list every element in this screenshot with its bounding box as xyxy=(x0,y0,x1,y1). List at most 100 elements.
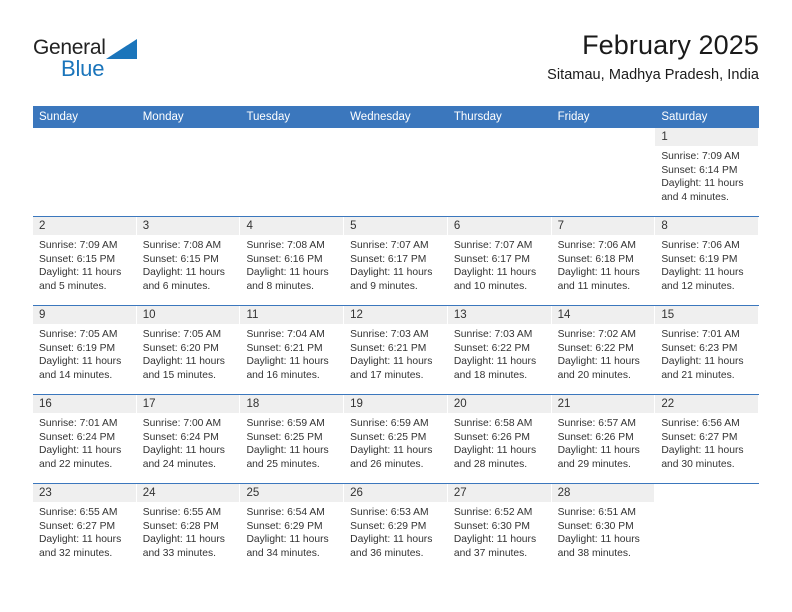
calendar-day-cell-empty xyxy=(344,128,448,216)
sunrise-text: Sunrise: 7:08 AM xyxy=(142,240,222,251)
sunset-text: Sunset: 6:22 PM xyxy=(453,342,531,354)
day-sun-info: Sunrise: 7:06 AM Sunset: 6:19 PM Daylight:… xyxy=(655,235,758,293)
day-number: 8 xyxy=(661,220,668,232)
day-sun-info: Sunrise: 6:54 AM Sunset: 6:29 PM Daylight:… xyxy=(240,502,343,560)
daylight-text: Daylight: 11 hours and 16 minutes. xyxy=(246,356,329,381)
calendar-day-cell[interactable]: 12 Sunrise: 7:03 AM Sunset: 6:21 PM Dayligh… xyxy=(344,306,448,394)
sunset-text: Sunset: 6:17 PM xyxy=(350,253,427,265)
weekday-header-row: Sunday Monday Tuesday Wednesday Thursday Frid… xyxy=(33,106,759,128)
calendar-day-cell[interactable]: 23 Sunrise: 6:55 AM Sunset: 6:27 PM Dayligh… xyxy=(33,484,137,572)
sunrise-text: Sunrise: 7:01 AM xyxy=(39,418,118,429)
daylight-text: Daylight: 11 hours and 5 minutes. xyxy=(39,267,122,292)
daylight-text: Daylight: 11 hours and 36 minutes. xyxy=(350,534,433,559)
day-number-band: 4 xyxy=(240,217,344,235)
day-number: 3 xyxy=(142,220,150,232)
sunrise-text: Sunrise: 6:53 AM xyxy=(350,507,429,518)
day-number-band: 28 xyxy=(551,484,655,502)
calendar-day-cell[interactable]: 20 Sunrise: 6:58 AM Sunset: 6:26 PM Dayligh… xyxy=(447,395,552,483)
day-sun-info: Sunrise: 7:05 AM Sunset: 6:19 PM Daylight:… xyxy=(33,324,136,382)
calendar-day-cell[interactable]: 19 Sunrise: 6:59 AM Sunset: 6:25 PM Dayligh… xyxy=(344,395,448,483)
daylight-text: Daylight: 11 hours and 10 minutes. xyxy=(453,267,537,292)
day-sun-info: Sunrise: 6:59 AM Sunset: 6:25 PM Daylight:… xyxy=(344,413,447,471)
sunrise-text: Sunrise: 7:01 AM xyxy=(661,329,740,340)
calendar-day-cell[interactable]: 3 Sunrise: 7:08 AM Sunset: 6:15 PM Daylight… xyxy=(136,217,241,305)
sunset-text: Sunset: 6:26 PM xyxy=(453,431,531,443)
calendar-day-cell-empty xyxy=(240,128,345,216)
sunrise-text: Sunrise: 7:03 AM xyxy=(453,329,533,340)
calendar-week-row: 1 Sunrise: 7:09 AM Sunset: 6:14 PM Daylight… xyxy=(33,128,760,216)
logo-word-blue: Blue xyxy=(61,56,105,81)
calendar-day-cell[interactable]: 15 Sunrise: 7:01 AM Sunset: 6:23 PM Dayligh… xyxy=(655,306,760,394)
day-number: 10 xyxy=(142,309,156,321)
daylight-text: Daylight: 11 hours and 24 minutes. xyxy=(142,445,225,470)
calendar-day-cell[interactable]: 21 Sunrise: 6:57 AM Sunset: 6:26 PM Dayligh… xyxy=(551,395,656,483)
sunrise-text: Sunrise: 7:05 AM xyxy=(39,329,118,340)
calendar-day-cell-empty xyxy=(551,128,656,216)
sunrise-text: Sunrise: 7:04 AM xyxy=(246,329,325,340)
calendar-day-cell[interactable]: 10 Sunrise: 7:05 AM Sunset: 6:20 PM Dayligh… xyxy=(136,306,241,394)
calendar-day-cell[interactable]: 22 Sunrise: 6:56 AM Sunset: 6:27 PM Dayligh… xyxy=(655,395,760,483)
day-number: 19 xyxy=(350,398,363,410)
day-sun-info: Sunrise: 6:51 AM Sunset: 6:30 PM Daylight:… xyxy=(552,502,655,560)
calendar-day-cell[interactable]: 26 Sunrise: 6:53 AM Sunset: 6:29 PM Dayligh… xyxy=(344,484,448,572)
calendar-day-cell[interactable]: 4 Sunrise: 7:08 AM Sunset: 6:16 PM Daylight… xyxy=(240,217,345,305)
day-number-band: 15 xyxy=(655,306,759,324)
daylight-text: Daylight: 11 hours and 22 minutes. xyxy=(39,445,122,470)
calendar-day-cell[interactable]: 11 Sunrise: 7:04 AM Sunset: 6:21 PM Dayligh… xyxy=(240,306,345,394)
calendar-day-cell[interactable]: 17 Sunrise: 7:00 AM Sunset: 6:24 PM Dayligh… xyxy=(136,395,241,483)
calendar-day-cell[interactable]: 2 Sunrise: 7:09 AM Sunset: 6:15 PM Daylight… xyxy=(33,217,137,305)
calendar-day-cell[interactable]: 18 Sunrise: 6:59 AM Sunset: 6:25 PM Dayligh… xyxy=(240,395,345,483)
title-block: February 2025 Sitamau, Madhya Pradesh, I… xyxy=(547,28,759,88)
day-number: 11 xyxy=(246,309,259,321)
calendar-day-cell[interactable]: 24 Sunrise: 6:55 AM Sunset: 6:28 PM Dayligh… xyxy=(136,484,241,572)
weekday-header-sunday: Sunday xyxy=(39,111,79,123)
calendar-day-cell[interactable]: 25 Sunrise: 6:54 AM Sunset: 6:29 PM Dayligh… xyxy=(240,484,345,572)
daylight-text: Daylight: 11 hours and 12 minutes. xyxy=(661,267,744,292)
calendar-day-cell[interactable]: 13 Sunrise: 7:03 AM Sunset: 6:22 PM Dayligh… xyxy=(447,306,552,394)
sunrise-text: Sunrise: 6:59 AM xyxy=(350,418,429,429)
sunrise-text: Sunrise: 6:54 AM xyxy=(246,507,325,518)
day-number: 2 xyxy=(39,220,46,232)
day-sun-info: Sunrise: 7:09 AM Sunset: 6:14 PM Daylight:… xyxy=(655,146,758,204)
daylight-text: Daylight: 11 hours and 20 minutes. xyxy=(557,356,640,381)
general-blue-logo[interactable]: General Blue xyxy=(33,36,153,84)
sunrise-text: Sunrise: 7:00 AM xyxy=(142,418,222,429)
daylight-text: Daylight: 11 hours and 29 minutes. xyxy=(557,445,640,470)
day-sun-info: Sunrise: 6:55 AM Sunset: 6:28 PM Daylight:… xyxy=(137,502,240,560)
sunset-text: Sunset: 6:30 PM xyxy=(557,520,634,532)
day-number: 18 xyxy=(246,398,260,410)
day-number-band: 6 xyxy=(447,217,551,235)
sunset-text: Sunset: 6:15 PM xyxy=(142,253,219,265)
sunrise-text: Sunrise: 6:58 AM xyxy=(453,418,533,429)
calendar-day-cell[interactable]: 28 Sunrise: 6:51 AM Sunset: 6:30 PM Dayligh… xyxy=(551,484,656,572)
daylight-text: Daylight: 11 hours and 25 minutes. xyxy=(246,445,329,470)
calendar-day-cell-empty xyxy=(33,128,137,216)
day-number-band: 25 xyxy=(240,484,344,502)
page-subtitle: Sitamau, Madhya Pradesh, India xyxy=(547,67,759,83)
calendar-grid: Sunday Monday Tuesday Wednesday Thursday Frid… xyxy=(33,106,760,572)
day-sun-info: Sunrise: 6:56 AM Sunset: 6:27 PM Daylight:… xyxy=(655,413,758,471)
calendar-day-cell[interactable]: 7 Sunrise: 7:06 AM Sunset: 6:18 PM Daylight… xyxy=(551,217,656,305)
day-number: 23 xyxy=(39,487,52,499)
day-number-band xyxy=(240,128,344,146)
sunset-text: Sunset: 6:19 PM xyxy=(661,253,738,265)
calendar-day-cell-empty xyxy=(655,484,760,572)
calendar-day-cell[interactable]: 6 Sunrise: 7:07 AM Sunset: 6:17 PM Daylight… xyxy=(447,217,552,305)
calendar-day-cell[interactable]: 9 Sunrise: 7:05 AM Sunset: 6:19 PM Daylight… xyxy=(33,306,137,394)
calendar-day-cell[interactable]: 16 Sunrise: 7:01 AM Sunset: 6:24 PM Dayligh… xyxy=(33,395,137,483)
day-number-band: 26 xyxy=(344,484,447,502)
calendar-week-row: 2 Sunrise: 7:09 AM Sunset: 6:15 PM Daylight… xyxy=(33,216,760,305)
day-sun-info: Sunrise: 6:58 AM Sunset: 6:26 PM Daylight:… xyxy=(448,413,551,471)
calendar-day-cell[interactable]: 5 Sunrise: 7:07 AM Sunset: 6:17 PM Daylight… xyxy=(344,217,448,305)
sunset-text: Sunset: 6:14 PM xyxy=(661,164,738,176)
calendar-day-cell[interactable]: 27 Sunrise: 6:52 AM Sunset: 6:30 PM Dayligh… xyxy=(447,484,552,572)
day-number: 5 xyxy=(350,220,357,232)
calendar-day-cell[interactable]: 14 Sunrise: 7:02 AM Sunset: 6:22 PM Dayligh… xyxy=(551,306,656,394)
calendar-day-cell[interactable]: 1 Sunrise: 7:09 AM Sunset: 6:14 PM Daylight… xyxy=(655,128,760,216)
day-number-band: 21 xyxy=(551,395,655,413)
sunset-text: Sunset: 6:20 PM xyxy=(142,342,219,354)
day-number: 9 xyxy=(39,309,46,321)
day-sun-info: Sunrise: 6:55 AM Sunset: 6:27 PM Daylight:… xyxy=(33,502,136,560)
calendar-day-cell[interactable]: 8 Sunrise: 7:06 AM Sunset: 6:19 PM Daylight… xyxy=(655,217,760,305)
day-number-band: 7 xyxy=(551,217,655,235)
